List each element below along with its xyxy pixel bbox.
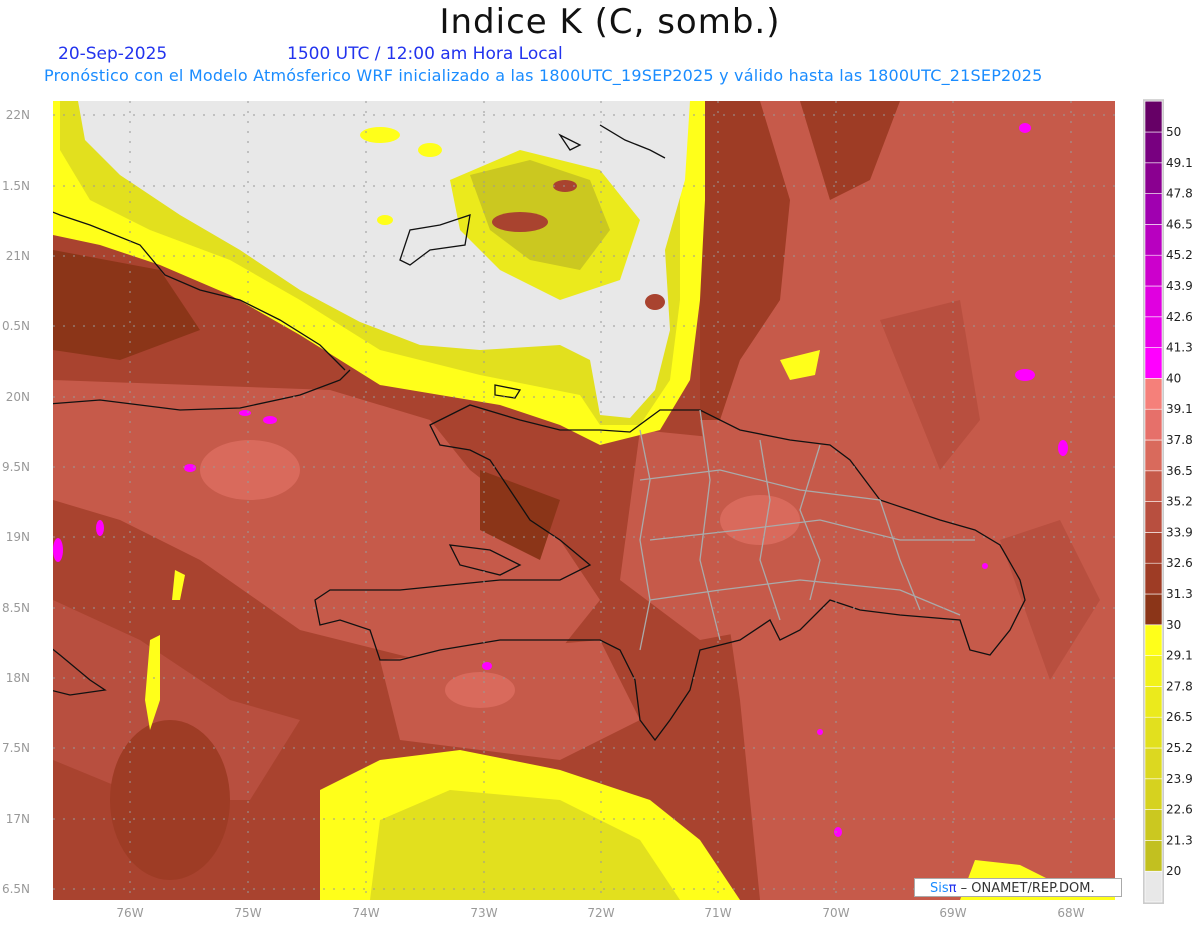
lat-label: 21N (5, 249, 30, 263)
colorbar-label: 27.8 (1166, 679, 1193, 693)
colorbar-swatch (1144, 470, 1163, 502)
colorbar-swatch (1144, 809, 1163, 841)
colorbar-label: 35.2 (1166, 495, 1193, 509)
colorbar-label: 29.1 (1166, 649, 1193, 663)
colorbar-label: 25.2 (1166, 741, 1193, 755)
colorbar-swatch (1144, 870, 1163, 903)
colorbar-label: 46.5 (1166, 217, 1193, 231)
colorbar-label: 45.2 (1166, 248, 1193, 262)
colorbar-swatch (1144, 254, 1163, 287)
colorbar-label: 22.6 (1166, 803, 1193, 817)
lon-label: 68W (1057, 906, 1085, 920)
colorbar-swatch (1144, 131, 1163, 164)
sispi-logo: Sis (930, 881, 949, 896)
colorbar-label: 31.3 (1166, 587, 1193, 601)
lon-label: 71W (704, 906, 732, 920)
lat-label: 1.5N (1, 179, 30, 193)
colorbar-swatch (1144, 100, 1163, 133)
colorbar-swatch (1144, 840, 1163, 872)
colorbar-label: 36.5 (1166, 464, 1193, 478)
colorbar-label: 47.8 (1166, 187, 1193, 201)
lon-label: 73W (470, 906, 498, 920)
k-index-field (53, 101, 1115, 900)
lat-label: 9.5N (1, 460, 30, 474)
lat-label: 7.5N (1, 741, 30, 755)
lat-label: 8.5N (1, 601, 30, 615)
colorbar-swatch (1144, 655, 1163, 687)
colorbar-label: 33.9 (1166, 525, 1193, 539)
colorbar-swatch (1144, 778, 1163, 810)
lon-label: 75W (234, 906, 262, 920)
colorbar-label: 50 (1166, 125, 1181, 139)
colorbar-swatch (1144, 716, 1163, 749)
colorbar-label: 49.1 (1166, 156, 1193, 170)
colorbar-swatch (1144, 501, 1163, 533)
colorbar-swatch (1144, 285, 1163, 318)
lon-label: 76W (116, 906, 144, 920)
credit-box: Sisπ – ONAMET/REP.DOM. (914, 878, 1122, 897)
lat-label: 22N (5, 108, 30, 122)
colorbar-label: 40 (1166, 371, 1181, 385)
lat-label: 6.5N (1, 882, 30, 896)
colorbar-label: 42.6 (1166, 310, 1193, 324)
colorbar-swatch (1144, 193, 1163, 225)
lon-label: 74W (352, 906, 380, 920)
colorbar-swatch (1144, 686, 1163, 718)
colorbar-label: 41.3 (1166, 341, 1193, 355)
lat-label: 18N (5, 671, 30, 685)
colorbar-label: 23.9 (1166, 772, 1193, 786)
colorbar-swatch (1144, 378, 1163, 410)
colorbar-swatch (1144, 562, 1163, 595)
colorbar-label: 32.6 (1166, 556, 1193, 570)
lon-label: 70W (822, 906, 850, 920)
colorbar-swatch (1144, 162, 1163, 194)
colorbar: 20 21.3 22.6 23.9 25.2 26.5 27.8 29.1 30 31.3 32.6… (1143, 99, 1193, 904)
colorbar-swatch (1144, 624, 1163, 656)
colorbar-label: 43.9 (1166, 279, 1193, 293)
colorbar-swatch (1144, 593, 1163, 626)
lon-label: 72W (587, 906, 615, 920)
colorbar-swatch (1144, 532, 1163, 564)
lat-label: 0.5N (1, 319, 30, 333)
colorbar-label: 37.8 (1166, 433, 1193, 447)
colorbar-label: 21.3 (1166, 833, 1193, 847)
colorbar-label: 39.1 (1166, 402, 1193, 416)
lat-label: 17N (5, 812, 30, 826)
lat-label: 19N (5, 530, 30, 544)
colorbar-swatch (1144, 224, 1163, 256)
lon-label: 69W (939, 906, 967, 920)
colorbar-label: 20 (1166, 864, 1181, 878)
credit-text: – ONAMET/REP.DOM. (956, 881, 1095, 896)
colorbar-swatch (1144, 439, 1163, 472)
map-canvas: 20 21.3 22.6 23.9 25.2 26.5 27.8 29.1 30 31.3 32.6… (53, 99, 1193, 904)
colorbar-swatch (1144, 747, 1163, 780)
colorbar-label: 26.5 (1166, 710, 1193, 724)
colorbar-swatch (1144, 408, 1163, 441)
colorbar-swatch (1144, 347, 1163, 379)
lat-label: 20N (5, 390, 30, 404)
colorbar-label: 30 (1166, 618, 1181, 632)
colorbar-swatch (1144, 316, 1163, 348)
